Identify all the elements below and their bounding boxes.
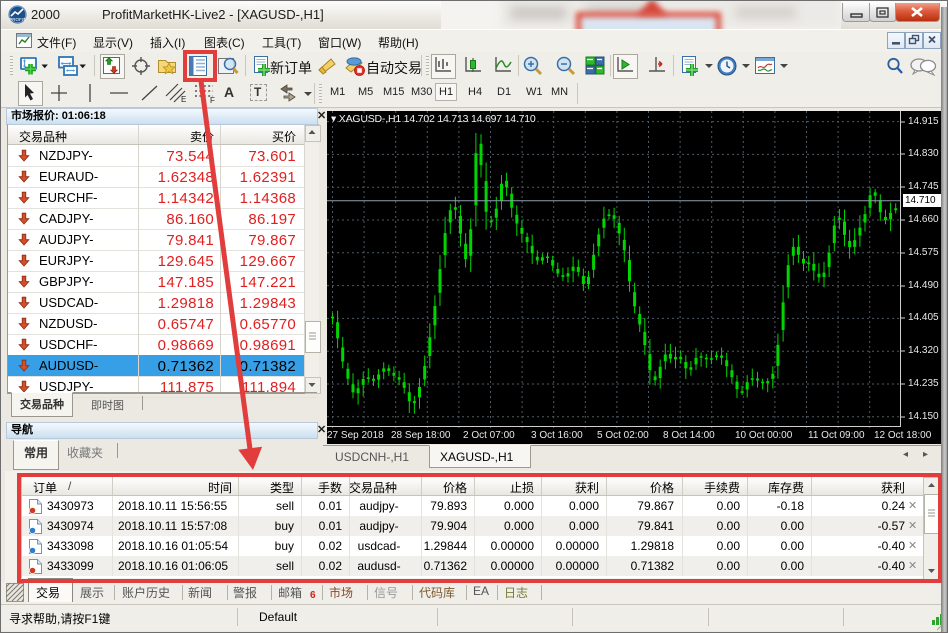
svg-text:F: F [210,96,215,104]
svg-text:PROFIT: PROFIT [9,17,26,22]
svg-text:E: E [181,95,186,104]
